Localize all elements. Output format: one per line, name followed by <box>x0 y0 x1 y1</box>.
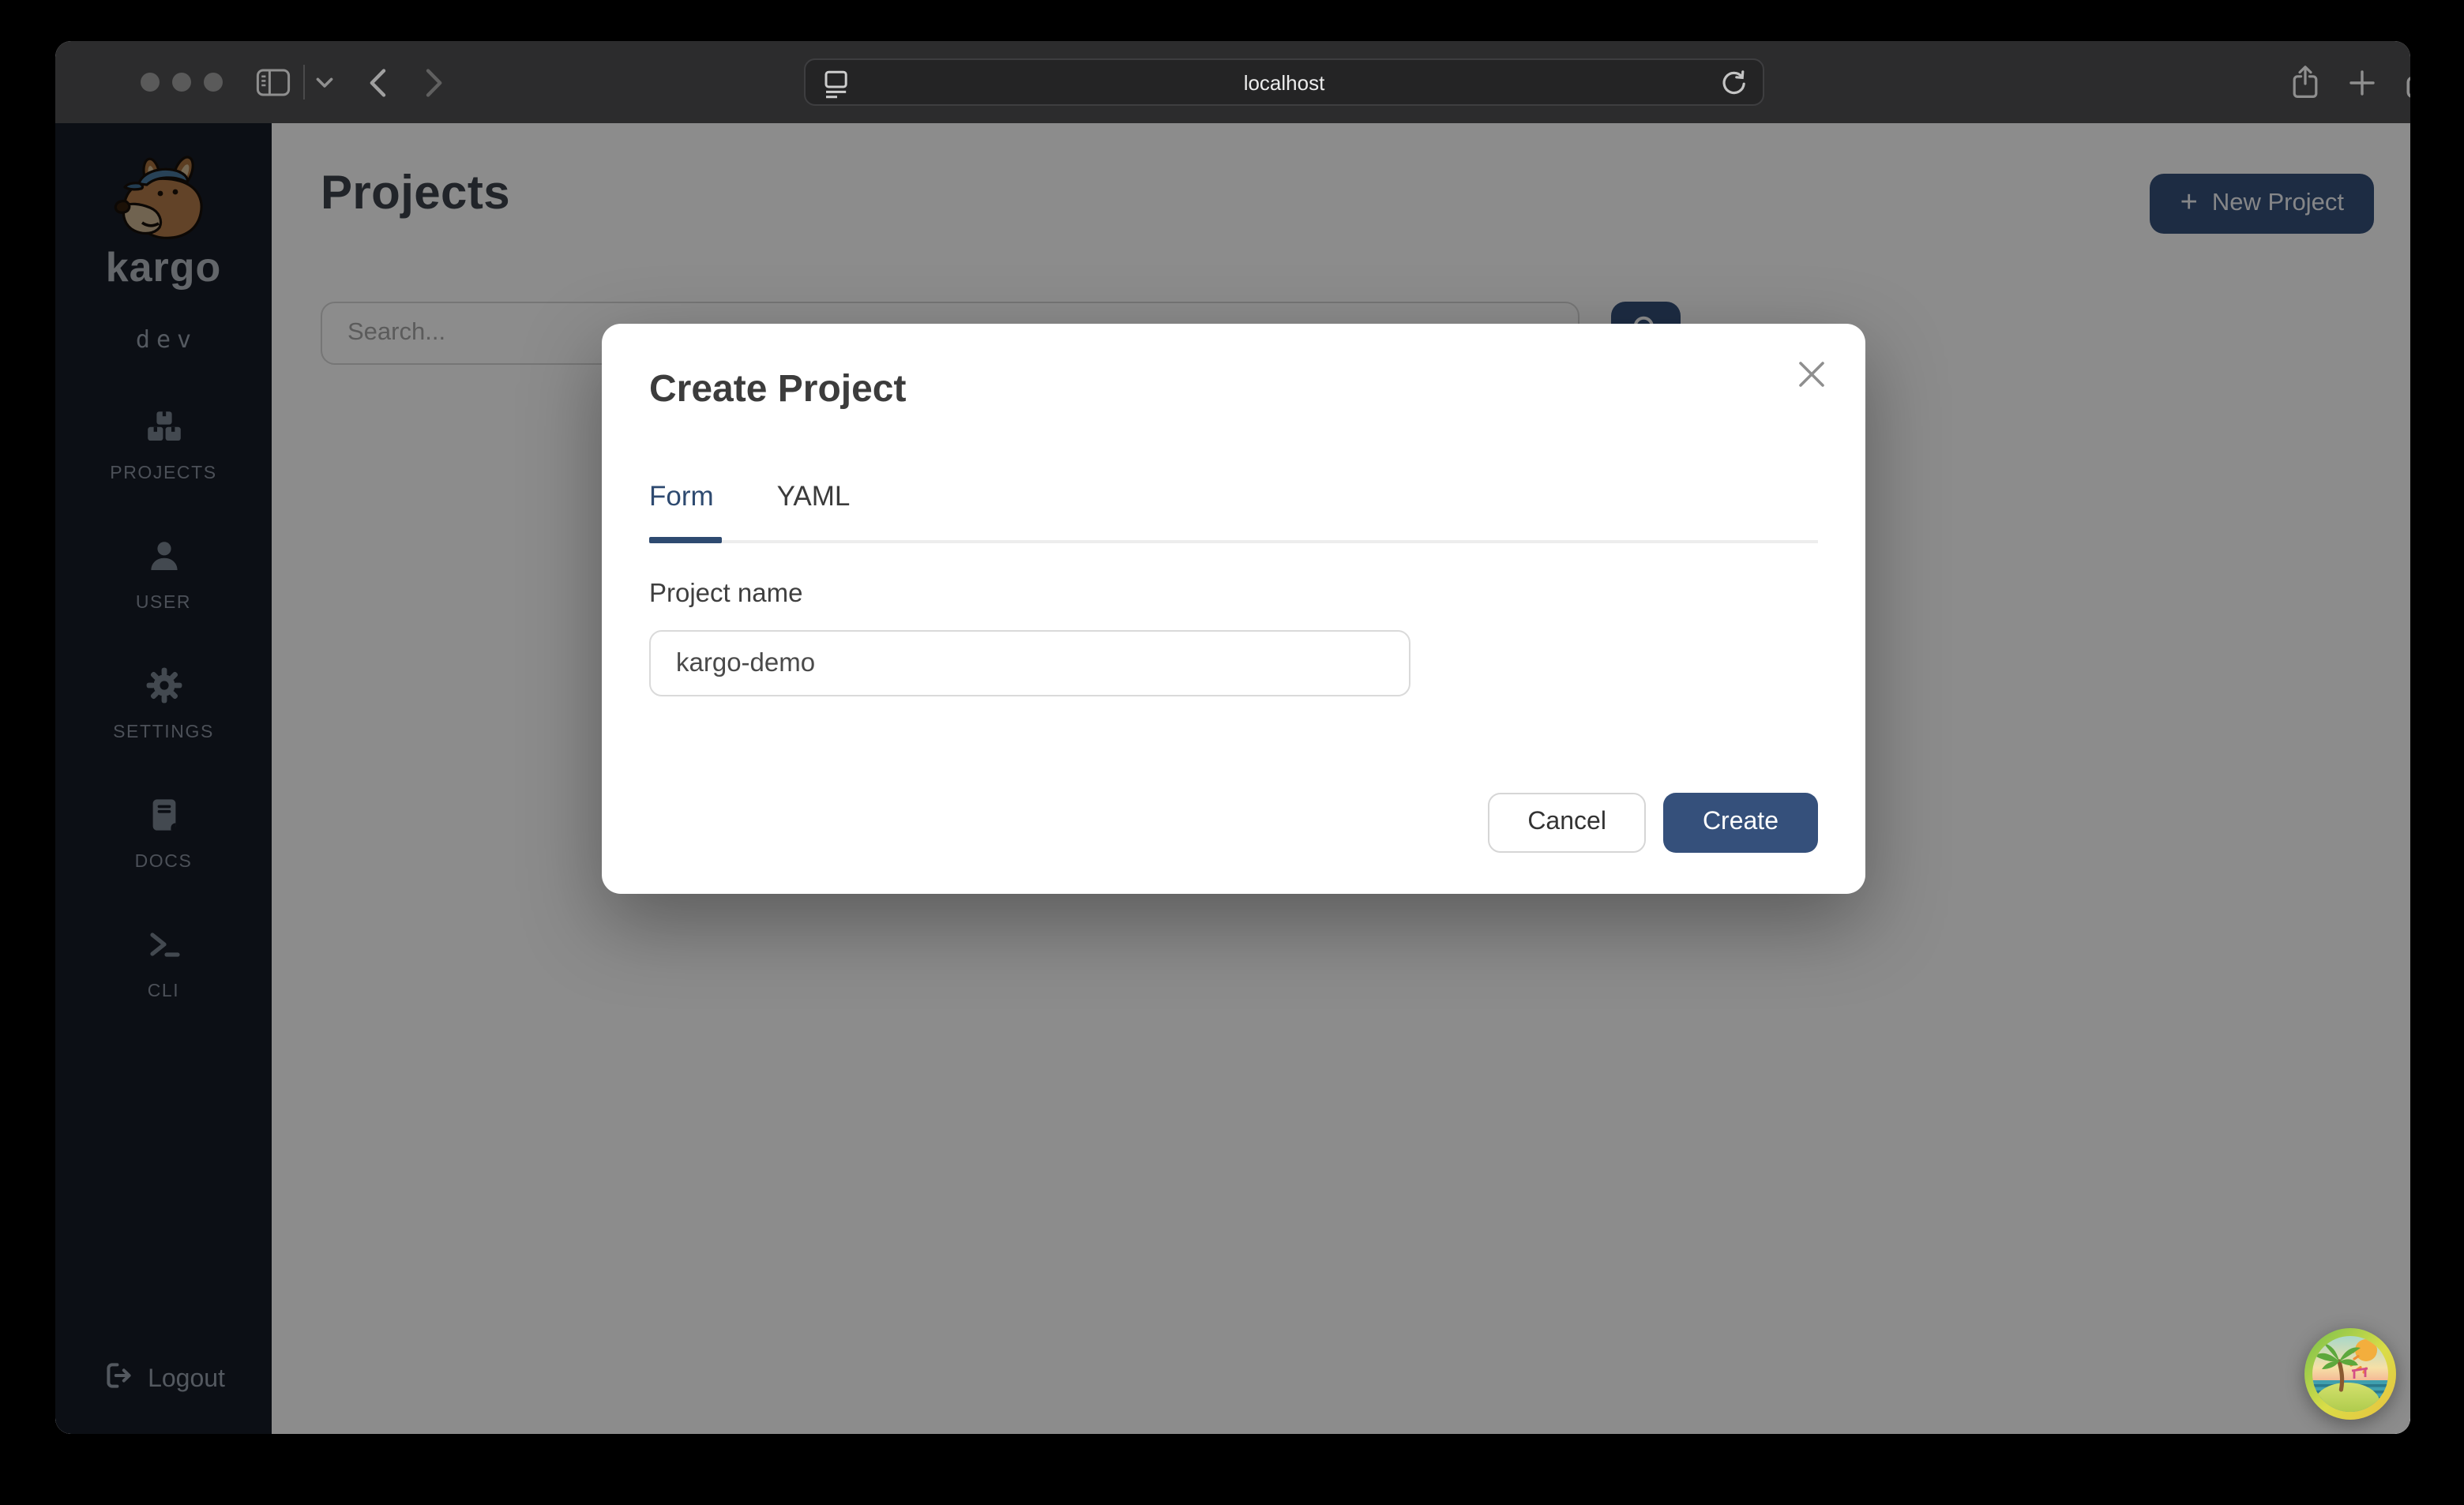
screen: localhost <box>0 0 2464 1505</box>
cancel-button[interactable]: Cancel <box>1488 793 1646 853</box>
tab-form[interactable]: Form <box>649 480 714 513</box>
new-tab-icon[interactable] <box>2346 41 2377 123</box>
desert-island-icon <box>2304 1328 2396 1420</box>
address-url[interactable]: localhost <box>1244 70 1325 94</box>
reader-view-icon[interactable] <box>823 69 850 107</box>
create-project-modal: Create Project Form YAML Project name Ca… <box>602 324 1865 894</box>
sidebar-toggle-icon[interactable] <box>254 41 292 123</box>
address-bar[interactable]: localhost <box>804 58 1764 106</box>
tabs-divider <box>649 540 1818 543</box>
reload-icon[interactable] <box>1720 69 1747 106</box>
island-badge[interactable] <box>2304 1328 2396 1420</box>
window-zoom-button[interactable] <box>204 73 223 92</box>
forward-button-icon[interactable] <box>419 41 450 123</box>
active-tab-indicator <box>649 537 722 543</box>
close-icon[interactable] <box>1796 358 1827 390</box>
create-button[interactable]: Create <box>1663 793 1818 853</box>
share-icon[interactable] <box>2286 41 2323 123</box>
modal-title: Create Project <box>649 368 907 412</box>
project-name-label: Project name <box>649 580 802 610</box>
project-name-input[interactable] <box>649 630 1410 696</box>
toolbar-separator <box>303 65 305 99</box>
window-close-button[interactable] <box>141 73 160 92</box>
modal-tabs: Form YAML <box>649 480 850 513</box>
back-button-icon[interactable] <box>362 41 393 123</box>
window-minimize-button[interactable] <box>172 73 191 92</box>
browser-titlebar: localhost <box>55 41 2410 123</box>
tab-overview-icon[interactable] <box>2401 41 2410 123</box>
chevron-down-icon[interactable] <box>311 41 336 123</box>
modal-footer: Cancel Create <box>1488 793 1818 853</box>
browser-window: localhost <box>55 41 2410 1434</box>
tab-yaml[interactable]: YAML <box>777 480 851 513</box>
